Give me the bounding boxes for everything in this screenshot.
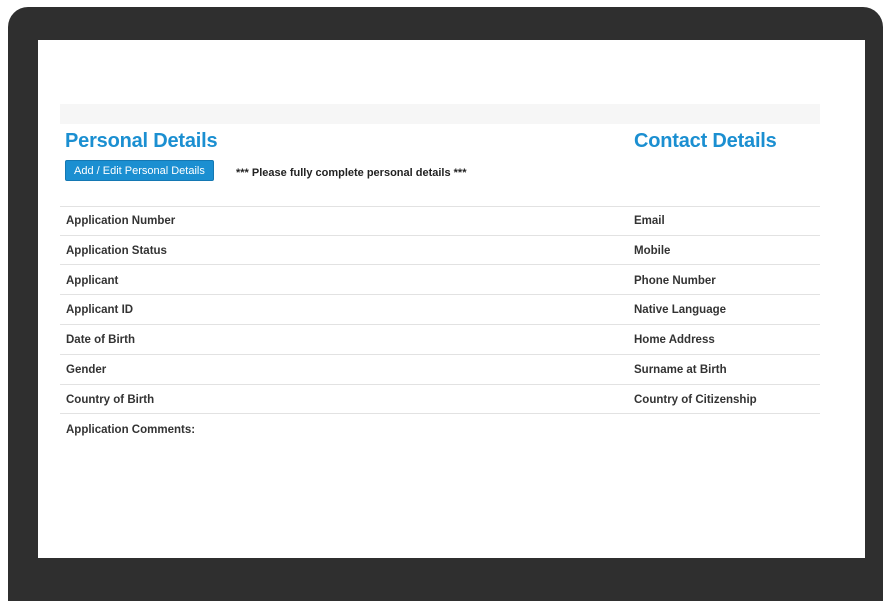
applicant-label: Applicant (66, 275, 119, 287)
home-address-label: Home Address (634, 334, 715, 346)
divider (60, 413, 820, 414)
divider (60, 324, 820, 325)
application-status-label: Application Status (66, 245, 167, 257)
applicant-id-label: Applicant ID (66, 304, 134, 316)
header-band (60, 104, 820, 124)
divider (60, 354, 820, 355)
divider (60, 384, 820, 385)
country-of-birth-label: Country of Birth (66, 394, 155, 406)
divider (60, 206, 820, 207)
mobile-label: Mobile (634, 245, 671, 257)
contact-details-title: Contact Details (634, 130, 777, 152)
surname-at-birth-label: Surname at Birth (634, 364, 727, 376)
personal-details-title: Personal Details (65, 130, 218, 152)
divider (60, 264, 820, 265)
application-comments-label: Application Comments: (66, 424, 196, 436)
email-label: Email (634, 215, 665, 227)
country-of-citizenship-label: Country of Citizenship (634, 394, 757, 406)
application-number-label: Application Number (66, 215, 176, 227)
divider (60, 235, 820, 236)
date-of-birth-label: Date of Birth (66, 334, 135, 346)
phone-number-label: Phone Number (634, 275, 716, 287)
add-edit-personal-details-button[interactable]: Add / Edit Personal Details (65, 160, 214, 181)
native-language-label: Native Language (634, 304, 727, 316)
divider (60, 294, 820, 295)
gender-label: Gender (66, 364, 107, 376)
completion-notice: *** Please fully complete personal detai… (236, 167, 467, 179)
